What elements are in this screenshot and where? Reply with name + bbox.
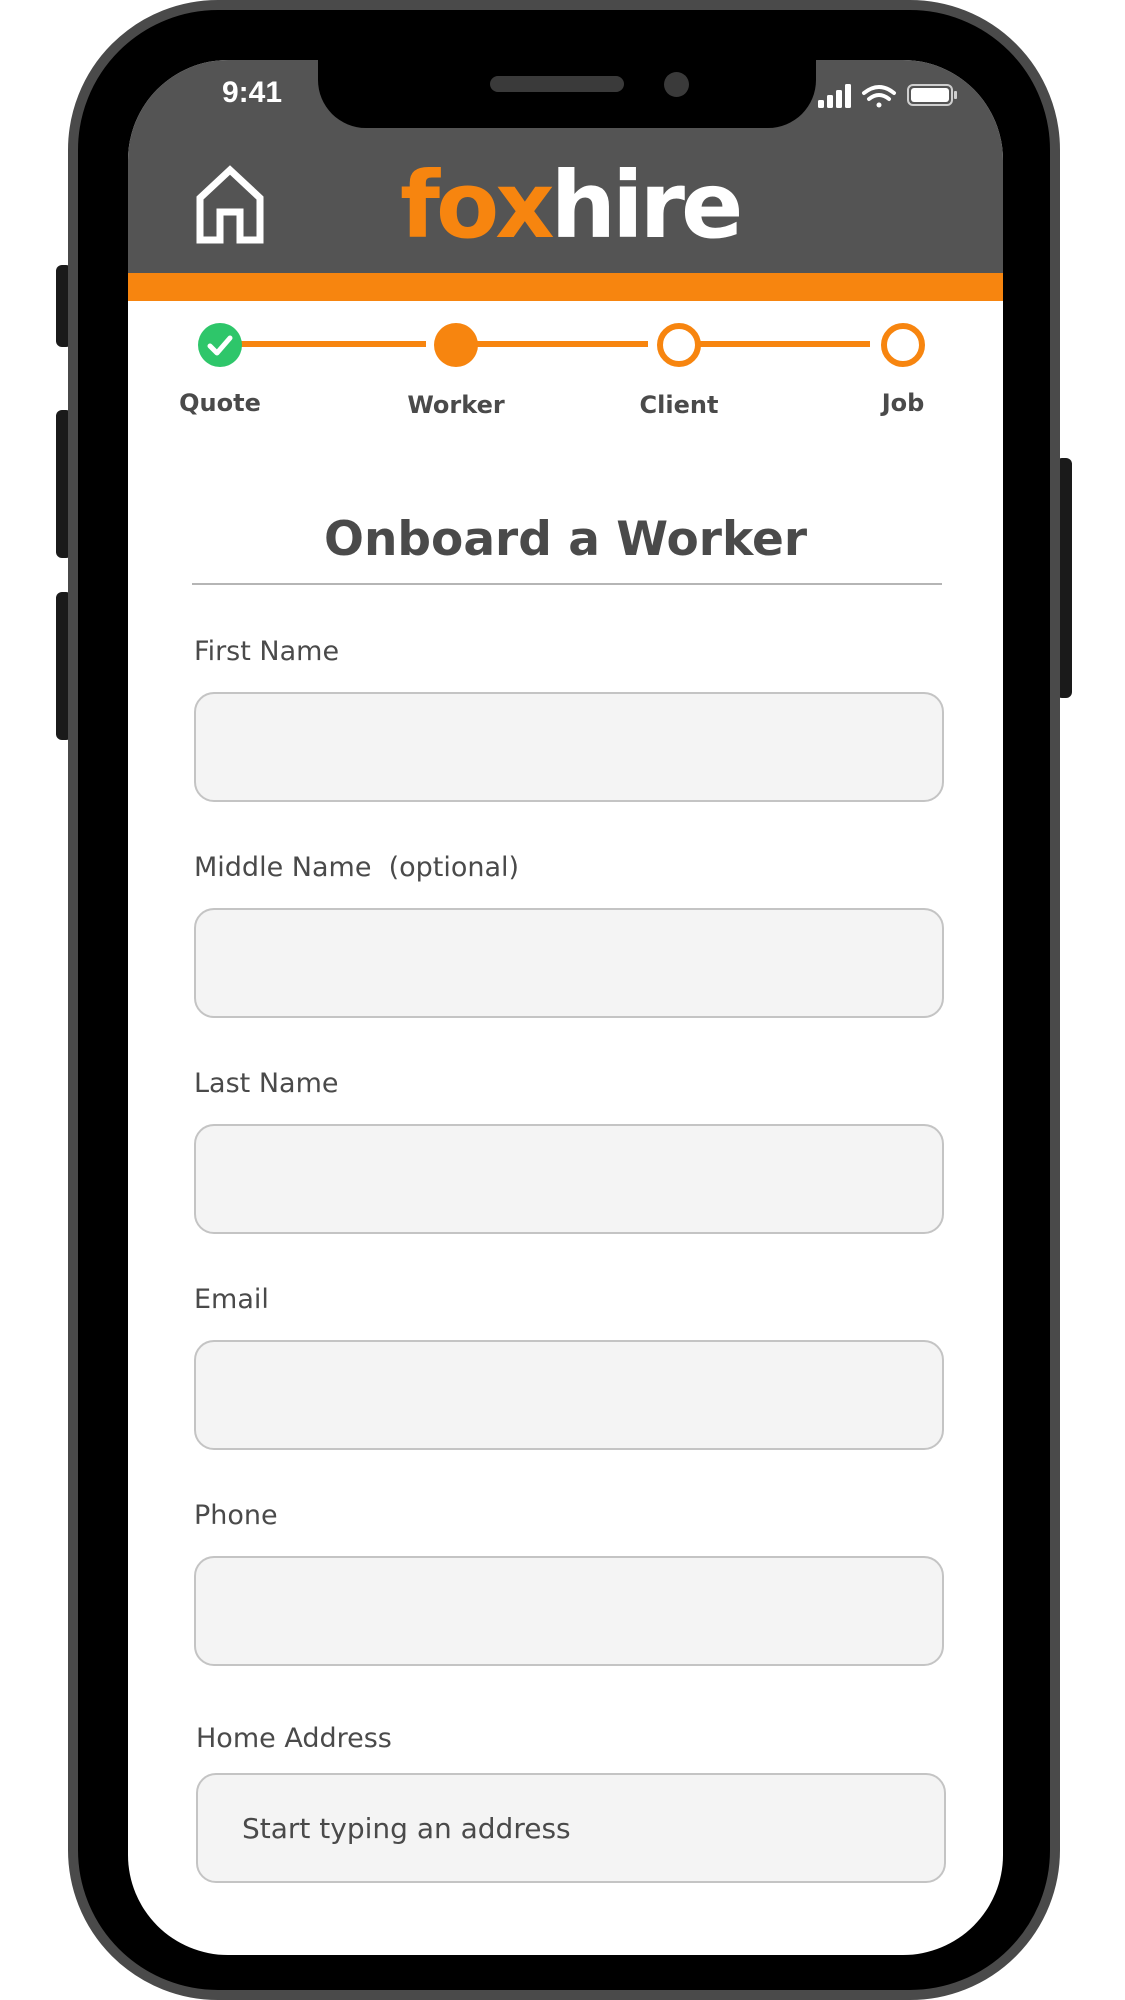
- last-name-label: Last Name: [194, 1068, 339, 1099]
- progress-stepper: Quote Worker Client Job: [128, 301, 1003, 421]
- first-name-label: First Name: [194, 636, 340, 667]
- speaker-grille: [490, 76, 624, 92]
- stepper-connector: [220, 341, 426, 347]
- middle-name-label: Middle Name (optional): [194, 852, 520, 883]
- home-address-input[interactable]: [196, 1773, 946, 1883]
- first-name-input[interactable]: [194, 692, 944, 802]
- step-client-label: Client: [639, 391, 719, 419]
- phone-screen: 9:41 foxhire Quote Worker Client Job Onb…: [128, 60, 1003, 1955]
- phone-input[interactable]: [194, 1556, 944, 1666]
- step-worker-label: Worker: [407, 391, 505, 419]
- title-divider: [192, 583, 942, 585]
- front-camera: [664, 72, 689, 97]
- step-quote-indicator[interactable]: [198, 323, 242, 367]
- step-job-indicator[interactable]: [881, 323, 925, 367]
- status-icons: [818, 84, 957, 108]
- checkmark-icon: [207, 335, 233, 356]
- logo-fox-text: fox: [400, 152, 555, 259]
- middle-name-input[interactable]: [194, 908, 944, 1018]
- status-time: 9:41: [222, 76, 283, 109]
- step-quote-label: Quote: [179, 389, 261, 417]
- camera-notch: [318, 60, 816, 128]
- app-header: 9:41 foxhire: [128, 60, 1003, 273]
- last-name-input[interactable]: [194, 1124, 944, 1234]
- email-input[interactable]: [194, 1340, 944, 1450]
- battery-icon: [907, 84, 957, 106]
- step-job-label: Job: [881, 389, 925, 417]
- home-address-label: Home Address: [196, 1723, 392, 1754]
- foxhire-logo: foxhire: [400, 156, 743, 256]
- form-title: Onboard a Worker: [323, 512, 807, 567]
- phone-label: Phone: [194, 1500, 278, 1531]
- home-icon[interactable]: [194, 164, 266, 244]
- logo-hire-text: hire: [550, 152, 744, 259]
- step-client-indicator[interactable]: [657, 323, 701, 367]
- wifi-icon: [862, 85, 896, 108]
- email-label: Email: [194, 1284, 269, 1315]
- step-worker-indicator[interactable]: [434, 323, 478, 367]
- header-accent-bar: [128, 273, 1003, 301]
- cellular-signal-icon: [818, 84, 851, 108]
